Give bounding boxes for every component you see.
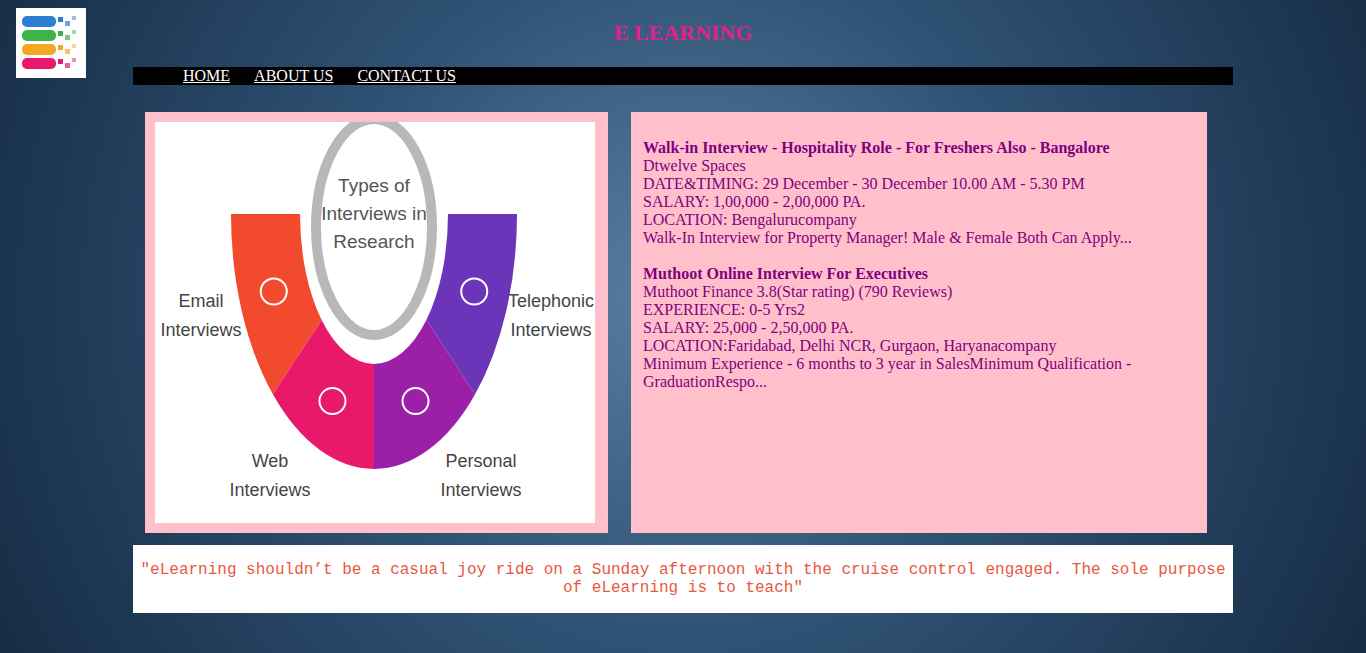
job-detail: Minimum Experience - 6 months to 3 year … xyxy=(643,355,1195,391)
job-detail: LOCATION:Faridabad, Delhi NCR, Gurgaon, … xyxy=(643,337,1195,355)
image-panel: Types of Interviews in Research Email Interv… xyxy=(145,112,608,533)
svg-text:Interviews: Interviews xyxy=(229,480,310,500)
nav-link[interactable]: HOME xyxy=(183,67,230,85)
segment-icon xyxy=(319,388,345,414)
segment-icon xyxy=(403,388,429,414)
interview-types-diagram: Types of Interviews in Research Email Interv… xyxy=(155,122,595,523)
page: E LEARNING HOME ABOUT US CONTACT US Types of… xyxy=(0,0,1366,653)
job-detail: Walk-In Interview for Property Manager! … xyxy=(643,229,1195,247)
segment-label: Personal Interviews xyxy=(440,451,521,500)
job-listing: Muthoot Online Interview For ExecutivesM… xyxy=(643,265,1195,391)
svg-text:Interviews: Interviews xyxy=(440,480,521,500)
nav-bar: HOME ABOUT US CONTACT US xyxy=(133,67,1233,85)
diagram-segment xyxy=(426,214,517,394)
diagram-title: Types of xyxy=(338,175,411,196)
segment-label: Web Interviews xyxy=(229,451,310,500)
job-detail: EXPERIENCE: 0-5 Yrs2 xyxy=(643,301,1195,319)
segment-icon xyxy=(261,278,287,304)
svg-text:Telephonic: Telephonic xyxy=(508,291,594,311)
diagram-title: Research xyxy=(333,231,414,252)
quote-box: "eLearning shouldn’t be a casual joy rid… xyxy=(133,545,1233,613)
job-title[interactable]: Muthoot Online Interview For Executives xyxy=(643,265,1195,283)
nav-link[interactable]: ABOUT US xyxy=(254,67,333,85)
logo-icon xyxy=(16,8,86,78)
content-row: Types of Interviews in Research Email Interv… xyxy=(145,112,1366,533)
svg-text:Personal: Personal xyxy=(445,451,516,471)
segment-icon xyxy=(461,278,487,304)
svg-text:Interviews: Interviews xyxy=(510,320,591,340)
job-detail: Dtwelve Spaces xyxy=(643,157,1195,175)
diagram-title: Interviews in xyxy=(321,203,427,224)
svg-text:Web: Web xyxy=(252,451,289,471)
svg-text:Interviews: Interviews xyxy=(160,320,241,340)
svg-text:Email: Email xyxy=(178,291,223,311)
segment-label: Telephonic Interviews xyxy=(508,291,594,340)
job-detail: DATE&TIMING: 29 December - 30 December 1… xyxy=(643,175,1195,193)
job-listing: Walk-in Interview - Hospitality Role - F… xyxy=(643,139,1195,247)
nav-link[interactable]: CONTACT US xyxy=(357,67,455,85)
job-detail: Muthoot Finance 3.8(Star rating) (790 Re… xyxy=(643,283,1195,301)
site-title: E LEARNING xyxy=(86,0,1280,47)
job-detail: LOCATION: Bengalurucompany xyxy=(643,211,1195,229)
job-title[interactable]: Walk-in Interview - Hospitality Role - F… xyxy=(643,139,1195,157)
diagram-segment xyxy=(273,320,374,469)
job-detail: SALARY: 1,00,000 - 2,00,000 PA. xyxy=(643,193,1195,211)
header: E LEARNING xyxy=(0,0,1366,67)
segment-label: Email Interviews xyxy=(160,291,241,340)
job-detail: SALARY: 25,000 - 2,50,000 PA. xyxy=(643,319,1195,337)
jobs-panel: Walk-in Interview - Hospitality Role - F… xyxy=(631,112,1207,533)
quote-text: "eLearning shouldn’t be a casual joy rid… xyxy=(139,561,1227,597)
